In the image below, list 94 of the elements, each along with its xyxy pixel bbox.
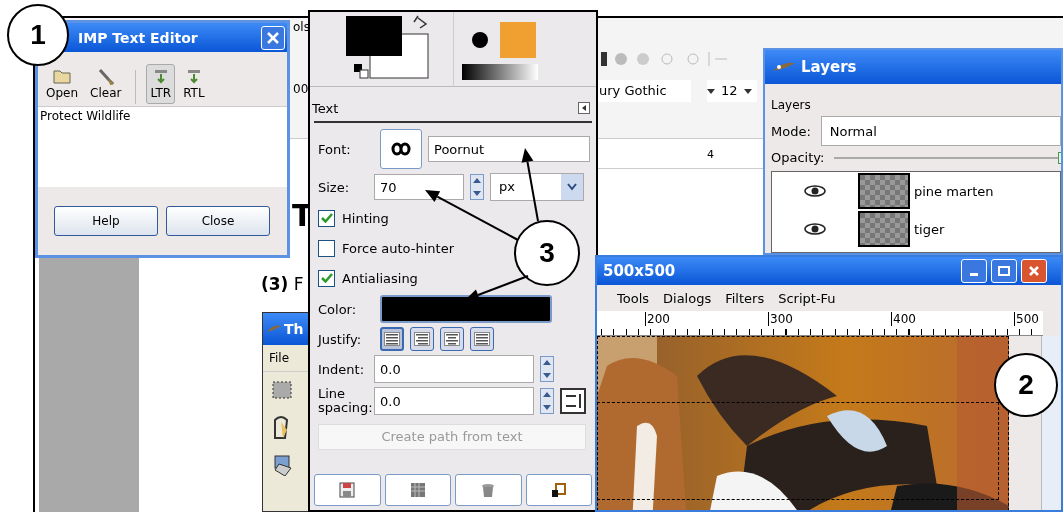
panel-button[interactable] — [314, 474, 381, 506]
toolbar-button[interactable]: Clear — [86, 64, 126, 104]
font-icon — [391, 142, 411, 156]
toolbar-button[interactable]: Open — [42, 64, 83, 104]
close-icon[interactable] — [1029, 266, 1039, 276]
align-icon — [474, 332, 490, 346]
dialog-button[interactable]: Help — [54, 206, 158, 236]
checkbox[interactable] — [318, 239, 335, 257]
text-area[interactable]: Protect Wildlife — [38, 107, 287, 187]
panel-title: Text — [312, 100, 339, 116]
zoom-value: 00 — [293, 82, 309, 96]
trash-icon — [480, 482, 497, 498]
checkbox-label: Antialiasing — [342, 270, 418, 286]
ruler-label: 200 — [645, 312, 670, 326]
reset-icon — [550, 482, 567, 498]
ruler-label: 500 — [1014, 312, 1039, 326]
pattern-icon — [409, 482, 426, 498]
eye-icon[interactable] — [804, 185, 826, 197]
dropdown-arrow-icon[interactable] — [743, 88, 752, 94]
ruler-label: 400 — [891, 312, 916, 326]
size-field[interactable]: 70 — [374, 174, 464, 200]
panel-button[interactable] — [455, 474, 522, 506]
window-title: IMP Text Editor — [78, 29, 198, 46]
callout-number: 1 — [7, 4, 69, 66]
checkbox-label: Hinting — [342, 210, 389, 226]
spinner-icon[interactable] — [540, 388, 554, 415]
menu-item[interactable]: File — [269, 351, 290, 365]
font-button[interactable] — [380, 129, 422, 169]
number-field[interactable]: 0.0 — [374, 355, 534, 383]
field-label: Color: — [318, 301, 358, 317]
check-icon — [320, 273, 333, 283]
brush-icon — [96, 68, 115, 86]
minimize-button[interactable] — [961, 259, 987, 283]
menu-item[interactable]: Filters — [725, 290, 765, 306]
checkbox-label: Force auto-hinter — [342, 240, 455, 256]
panel-menu-icon[interactable] — [578, 102, 590, 114]
justify-button[interactable] — [440, 327, 464, 351]
rectangle-select-icon[interactable] — [271, 380, 293, 400]
checkbox[interactable] — [318, 209, 335, 227]
font-name-field[interactable]: ury Gothic — [597, 80, 691, 102]
dropdown-arrow-icon[interactable] — [707, 88, 715, 94]
menu-item[interactable]: Dialogs — [663, 290, 712, 306]
panel-button[interactable] — [384, 474, 451, 506]
align-icon — [414, 332, 430, 346]
layer-thumbnail — [858, 173, 910, 209]
toolbar-button[interactable]: LTR — [146, 64, 176, 104]
font-field[interactable]: Poornut — [428, 136, 590, 162]
maximize-button[interactable] — [991, 259, 1017, 283]
layer-name: tiger — [914, 221, 945, 237]
eye-icon[interactable] — [804, 223, 826, 235]
save-icon — [339, 482, 356, 498]
gimp-icon — [267, 324, 281, 334]
check-icon — [320, 213, 333, 223]
mode-dropdown[interactable]: Normal — [820, 116, 1061, 146]
align-icon — [444, 332, 460, 346]
gimp-icon — [773, 61, 795, 73]
layer-name: pine marten — [914, 183, 994, 199]
chain-icon[interactable] — [560, 388, 586, 415]
field-label: Indent: — [318, 361, 366, 377]
justify-button[interactable] — [380, 327, 404, 351]
tab-label[interactable]: Layers — [771, 98, 1061, 112]
field-label: Justify: — [318, 331, 363, 347]
transform-icon[interactable] — [271, 454, 293, 476]
field-label: Font: — [318, 141, 352, 157]
layer-row[interactable]: pine marten — [772, 172, 1060, 210]
ruler-label: 300 — [768, 312, 793, 326]
spinner-icon[interactable] — [540, 356, 554, 382]
window-title: Layers — [801, 58, 857, 76]
close-button[interactable] — [1021, 259, 1047, 283]
unit-dropdown[interactable]: px — [490, 173, 584, 201]
layer-thumbnail — [858, 211, 910, 247]
checkbox[interactable] — [318, 269, 335, 287]
menu-item[interactable]: Tools — [617, 290, 650, 306]
field-label: Line spacing: — [318, 387, 374, 416]
justify-button[interactable] — [410, 327, 434, 351]
spinner-icon[interactable] — [470, 174, 484, 200]
menu-item[interactable]: Script-Fu — [778, 290, 836, 306]
field-label: Size: — [318, 179, 351, 195]
body-text: (3) F — [261, 274, 304, 294]
toolbar-button[interactable]: RTL — [179, 64, 209, 104]
justify-button[interactable] — [470, 327, 494, 351]
folder-icon — [53, 68, 72, 86]
panel-button[interactable] — [525, 474, 592, 506]
field-label: Mode: — [771, 123, 811, 139]
close-icon[interactable] — [267, 31, 279, 44]
window-title: Th — [284, 321, 304, 337]
layer-row[interactable]: tiger — [772, 210, 1060, 248]
maximize-icon[interactable] — [998, 266, 1010, 276]
window-title: 500x500 — [603, 262, 676, 280]
field-label: Opacity: — [771, 150, 825, 165]
number-field[interactable]: 0.0 — [374, 387, 534, 416]
dialog-button[interactable]: Close — [166, 206, 270, 236]
close-button[interactable] — [261, 25, 285, 50]
align-icon — [384, 332, 400, 346]
